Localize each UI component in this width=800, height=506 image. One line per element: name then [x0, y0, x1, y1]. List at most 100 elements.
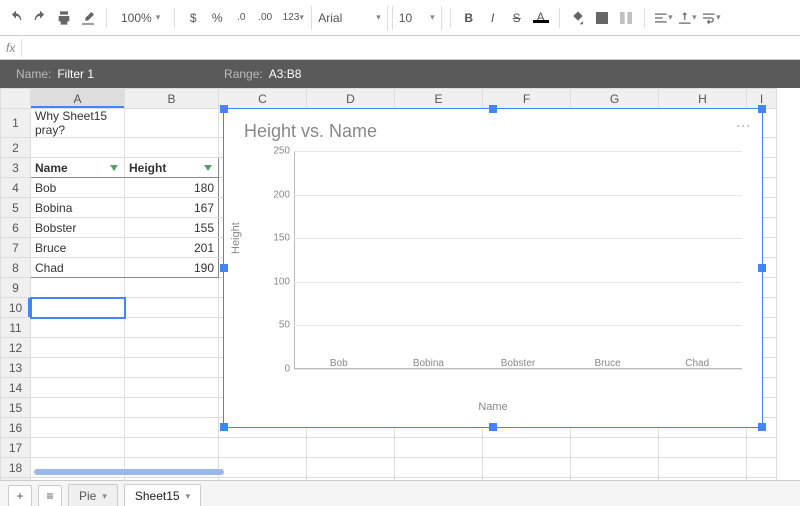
cell[interactable] — [483, 478, 571, 481]
cell[interactable] — [125, 398, 219, 418]
cell[interactable] — [31, 398, 125, 418]
col-header[interactable]: E — [395, 89, 483, 109]
italic-button[interactable]: I — [483, 7, 503, 29]
row-header[interactable]: 3 — [1, 158, 31, 178]
row-header[interactable]: 5 — [1, 198, 31, 218]
cell[interactable] — [219, 478, 307, 481]
cell[interactable] — [31, 478, 125, 481]
filter-icon[interactable] — [204, 165, 212, 171]
cell[interactable] — [219, 458, 307, 478]
row-header[interactable]: 7 — [1, 238, 31, 258]
cell[interactable] — [125, 338, 219, 358]
cell[interactable] — [659, 438, 747, 458]
row-header[interactable]: 1 — [1, 109, 31, 138]
row-header[interactable]: 10 — [1, 298, 31, 318]
undo-button[interactable] — [6, 7, 26, 29]
redo-button[interactable] — [30, 7, 50, 29]
more-formats-button[interactable]: 123▾ — [279, 7, 307, 29]
percent-button[interactable]: % — [207, 7, 227, 29]
cell[interactable] — [125, 278, 219, 298]
cell[interactable] — [125, 438, 219, 458]
cell[interactable] — [395, 438, 483, 458]
cell[interactable]: Bobster — [31, 218, 125, 238]
cell[interactable] — [483, 438, 571, 458]
col-header[interactable]: G — [571, 89, 659, 109]
row-header[interactable]: 11 — [1, 318, 31, 338]
cell[interactable] — [395, 478, 483, 481]
row-header[interactable]: 8 — [1, 258, 31, 278]
col-header[interactable]: C — [219, 89, 307, 109]
formula-input[interactable] — [21, 39, 794, 57]
chart-object[interactable]: ⋮ Height vs. Name Height 050100150200250… — [223, 108, 763, 428]
cell[interactable]: 155 — [125, 218, 219, 238]
decrease-decimal-button[interactable]: .0 — [231, 7, 251, 29]
cell[interactable] — [125, 418, 219, 438]
col-header[interactable]: H — [659, 89, 747, 109]
filter-icon[interactable] — [110, 165, 118, 171]
row-header[interactable]: 18 — [1, 458, 31, 478]
vertical-align-button[interactable]: ▾ — [677, 7, 697, 29]
cell[interactable] — [571, 478, 659, 481]
cell[interactable] — [125, 358, 219, 378]
cell[interactable] — [31, 298, 125, 318]
cell[interactable]: 167 — [125, 198, 219, 218]
cell[interactable] — [31, 318, 125, 338]
cell[interactable] — [31, 278, 125, 298]
tab-sheet15[interactable]: Sheet15▾ — [124, 484, 201, 506]
text-color-button[interactable]: A — [531, 7, 551, 29]
col-header[interactable]: A — [31, 89, 125, 109]
merge-cells-button[interactable] — [616, 7, 636, 29]
cell[interactable]: 180 — [125, 178, 219, 198]
cell[interactable] — [307, 458, 395, 478]
cell[interactable] — [31, 418, 125, 438]
cell[interactable] — [125, 318, 219, 338]
increase-decimal-button[interactable]: .00 — [255, 7, 275, 29]
cell[interactable]: Name — [31, 158, 125, 178]
cell[interactable] — [747, 478, 777, 481]
cell[interactable] — [747, 458, 777, 478]
horizontal-scrollbar[interactable] — [34, 469, 224, 475]
font-family-dropdown[interactable]: Arial▾ — [311, 6, 388, 30]
row-header[interactable]: 13 — [1, 358, 31, 378]
row-header[interactable]: 16 — [1, 418, 31, 438]
text-wrap-button[interactable]: ▾ — [701, 7, 721, 29]
cell[interactable] — [125, 138, 219, 158]
bold-button[interactable]: B — [459, 7, 479, 29]
paint-format-button[interactable] — [78, 7, 98, 29]
cell[interactable] — [483, 458, 571, 478]
cell[interactable] — [219, 438, 307, 458]
cell[interactable] — [125, 298, 219, 318]
row-header[interactable]: 12 — [1, 338, 31, 358]
row-header[interactable]: 14 — [1, 378, 31, 398]
currency-button[interactable]: $ — [183, 7, 203, 29]
filter-name-value[interactable]: Filter 1 — [57, 67, 94, 81]
row-header[interactable]: 19 — [1, 478, 31, 481]
cell[interactable] — [395, 458, 483, 478]
cell[interactable] — [125, 378, 219, 398]
row-header[interactable]: 2 — [1, 138, 31, 158]
cell[interactable]: Chad — [31, 258, 125, 278]
cell[interactable]: 190 — [125, 258, 219, 278]
cell[interactable]: Bruce — [31, 238, 125, 258]
cell[interactable] — [571, 438, 659, 458]
cell[interactable] — [747, 438, 777, 458]
col-header[interactable]: D — [307, 89, 395, 109]
all-sheets-button[interactable]: ≡ — [38, 485, 62, 506]
select-all-corner[interactable] — [1, 89, 31, 109]
tab-pie[interactable]: Pie▾ — [68, 484, 118, 506]
font-size-dropdown[interactable]: 10▾ — [392, 6, 442, 30]
cell[interactable] — [31, 378, 125, 398]
cell[interactable] — [31, 138, 125, 158]
row-header[interactable]: 9 — [1, 278, 31, 298]
cell[interactable] — [659, 478, 747, 481]
cell[interactable] — [571, 458, 659, 478]
filter-range-value[interactable]: A3:B8 — [269, 67, 302, 81]
cell[interactable]: Why Sheet15 pray? — [31, 109, 125, 138]
row-header[interactable]: 6 — [1, 218, 31, 238]
cell[interactable]: Height — [125, 158, 219, 178]
cell[interactable] — [31, 338, 125, 358]
cell[interactable] — [307, 438, 395, 458]
add-sheet-button[interactable]: + — [8, 485, 32, 506]
row-header[interactable]: 15 — [1, 398, 31, 418]
cell[interactable] — [125, 109, 219, 138]
